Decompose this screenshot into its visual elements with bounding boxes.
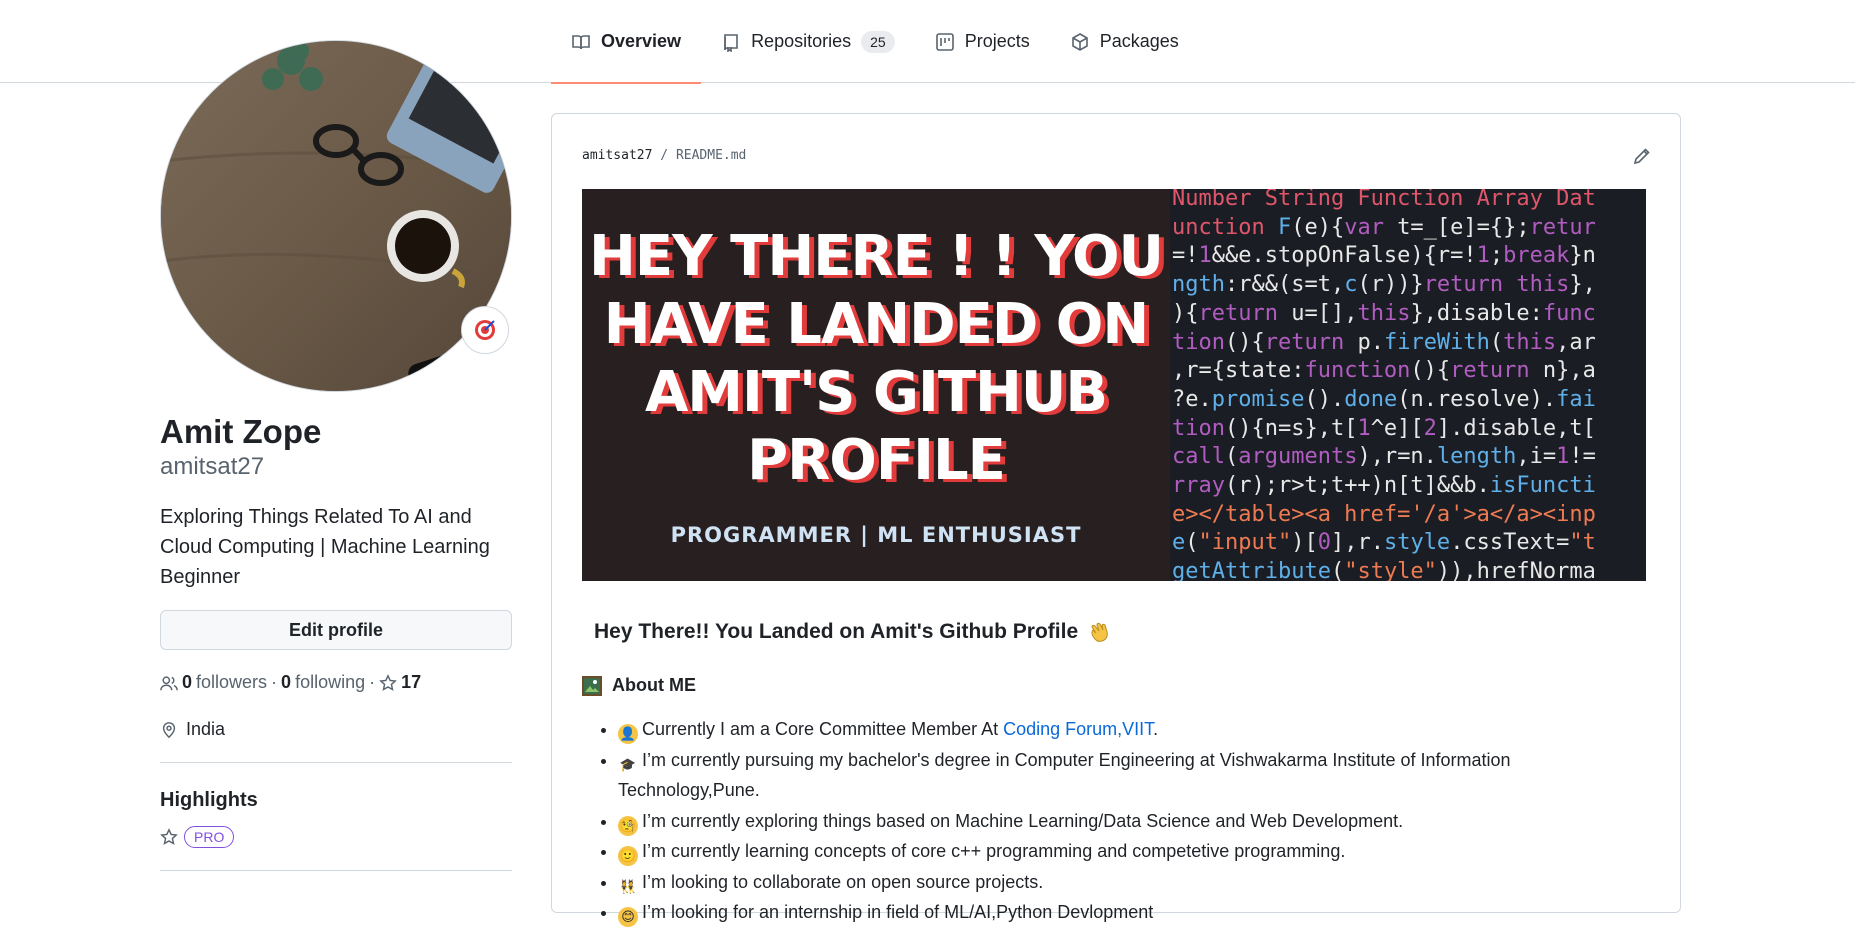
people-icon (160, 675, 178, 690)
divider (160, 870, 512, 871)
about-heading: About ME (582, 675, 1654, 696)
highlights-row: PRO (160, 826, 512, 848)
waving-hand-icon (1091, 622, 1108, 642)
readme-owner-link[interactable]: amitsat27 (582, 148, 652, 163)
profile-name: Amit Zope (160, 413, 322, 450)
profile-location: India (160, 719, 512, 740)
list-item-text: I’m currently pursuing my bachelor's deg… (618, 749, 1511, 801)
tab-projects[interactable]: Projects (915, 0, 1050, 83)
picture-frame-icon (582, 675, 602, 696)
repo-count-badge: 25 (861, 30, 895, 53)
stars-count[interactable]: 17 (401, 672, 421, 693)
list-item-text: I’m currently exploring things based on … (642, 810, 1404, 831)
tab-label: Overview (601, 31, 682, 51)
list-item-text: . (1153, 719, 1159, 739)
divider (160, 762, 512, 763)
people-holding-hands-icon: 👯 (619, 878, 637, 894)
banner-line: HAVE LANDED ON (603, 292, 1150, 357)
list-item: 👤Currently I am a Core Committee Member … (618, 714, 1654, 745)
graduation-cap-icon: 🎓 (619, 756, 637, 772)
star-icon (160, 828, 178, 845)
thinking-face-icon: 🧐 (618, 815, 638, 836)
readme-heading: Hey There!! You Landed on Amit's Github … (594, 619, 1654, 645)
readme-heading-text: Hey There!! You Landed on Amit's Github … (594, 620, 1079, 643)
dot-separator: · (369, 672, 376, 692)
repo-icon (724, 33, 738, 52)
edit-pencil-icon[interactable] (1632, 146, 1652, 166)
followers-link[interactable]: followers (196, 672, 267, 693)
banner-text: HEY THERE ! ! YOU HAVE LANDED ON AMIT'S … (582, 189, 1170, 581)
banner-subtitle: PROGRAMMER | ML ENTHUSIAST (670, 523, 1082, 547)
project-icon (935, 32, 954, 51)
tab-label: Packages (1099, 31, 1179, 51)
book-icon (572, 34, 590, 49)
face-icon: 😊 (618, 907, 638, 927)
list-item-text: Currently I am a Core Committee Member A… (642, 719, 1004, 739)
avatar-photo (161, 41, 511, 391)
tab-label: Repositories (751, 31, 852, 51)
banner-code-image: Number String Function Array Dat unction … (1170, 189, 1646, 581)
avatar[interactable] (160, 40, 512, 392)
list-item: 🙂I’m currently learning concepts of core… (618, 836, 1654, 867)
location-text: India (186, 719, 226, 739)
tab-packages[interactable]: Packages (1050, 0, 1199, 83)
person-icon: 👤 (618, 724, 638, 744)
following-count[interactable]: 0 (281, 672, 291, 693)
follow-stats: 0 followers · 0 following · 17 (160, 672, 512, 693)
star-icon (379, 673, 397, 691)
highlights-title: Highlights (160, 789, 258, 811)
followers-count[interactable]: 0 (182, 672, 192, 693)
list-item: 👯I’m looking to collaborate on open sour… (618, 867, 1654, 898)
readme-file-name: README.md (675, 148, 747, 163)
about-title: About ME (612, 675, 696, 695)
package-icon (1071, 32, 1088, 51)
list-item: 😊I’m looking for an internship in field … (618, 897, 1654, 928)
following-link[interactable]: following (295, 672, 365, 693)
edit-profile-button[interactable]: Edit profile (160, 610, 512, 650)
profile-sidebar: Amit Zope amitsat27 Exploring Things Rel… (160, 40, 512, 871)
readme-path: amitsat27 / README.md (582, 148, 746, 163)
set-status-button[interactable] (461, 306, 509, 354)
banner-line: PROFILE (747, 428, 1006, 493)
location-icon (162, 721, 176, 738)
banner-line: AMIT'S GITHUB (644, 360, 1108, 425)
target-icon (475, 320, 495, 340)
dot-separator: · (271, 672, 278, 692)
pro-badge: PRO (184, 826, 235, 848)
list-item-text: I’m currently learning concepts of core … (642, 841, 1346, 861)
profile-login: amitsat27 (160, 453, 265, 480)
readme-content: Hey There!! You Landed on Amit's Github … (582, 619, 1654, 928)
path-separator: / (660, 148, 669, 163)
list-item: 🧐I’m currently exploring things based on… (618, 806, 1654, 837)
tab-label: Projects (964, 31, 1030, 51)
smiley-face-icon: 🙂 (618, 846, 638, 866)
coding-forum-link[interactable]: Coding Forum,VIIT (1003, 719, 1153, 739)
tab-overview[interactable]: Overview (551, 0, 702, 84)
profile-bio: Exploring Things Related To AI and Cloud… (160, 506, 490, 588)
tab-repositories[interactable]: Repositories 25 (701, 0, 915, 83)
readme-banner-image: HEY THERE ! ! YOU HAVE LANDED ON AMIT'S … (582, 189, 1646, 581)
readme-box: amitsat27 / README.md HEY THERE ! ! YOU … (551, 113, 1681, 927)
about-list: 👤Currently I am a Core Committee Member … (618, 714, 1654, 928)
banner-line: HEY THERE ! ! YOU (588, 224, 1164, 289)
list-item-text: I’m looking for an internship in field o… (642, 902, 1154, 922)
profile-tabs: Overview Repositories 25 Projects Packag… (551, 0, 1199, 84)
list-item: 🎓I’m currently pursuing my bachelor's de… (618, 745, 1654, 806)
